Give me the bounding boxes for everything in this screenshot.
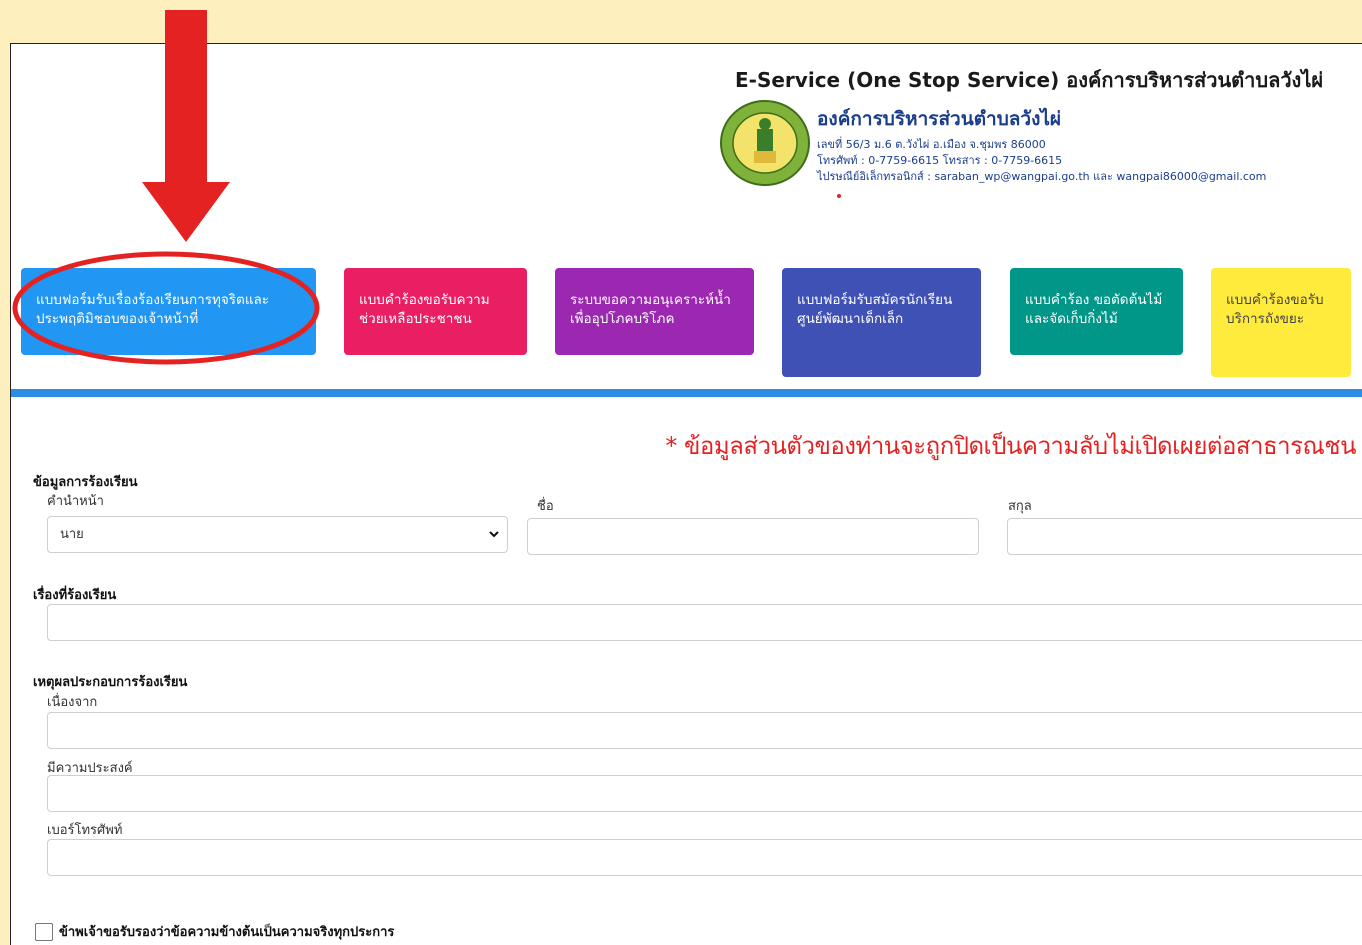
service-water-request-button[interactable]: ระบบขอความอนุเคราะห์น้ำเพื่ออุปโภคบริโภค — [555, 268, 754, 355]
red-arrow-down-icon — [142, 10, 230, 242]
decorative-dot — [837, 194, 841, 198]
highlight-ellipse — [12, 251, 320, 365]
service-childcare-enrollment-button[interactable]: แบบฟอร์มรับสมัครนักเรียนศูนย์พัฒนาเด็กเล… — [782, 268, 981, 377]
because-input[interactable] — [47, 712, 1362, 749]
certify-label: ข้าพเจ้าขอรับรองว่าข้อความข้างต้นเป็นควา… — [59, 925, 395, 940]
phone-label: เบอร์โทรศัพท์ — [47, 823, 123, 838]
prefix-value: นาย — [60, 527, 84, 542]
chevron-down-icon — [489, 531, 499, 538]
complainant-section-title: ข้อมูลการร้องเรียน — [33, 475, 138, 490]
prefix-select[interactable]: นาย — [47, 516, 508, 553]
phone-input[interactable] — [47, 839, 1362, 876]
org-name: องค์การบริหารส่วนตำบลวังไผ่ — [817, 108, 1062, 130]
purpose-input[interactable] — [47, 775, 1362, 812]
prefix-label: คำนำหน้า — [47, 494, 104, 509]
firstname-input[interactable] — [527, 518, 979, 555]
site-title: E-Service (One Stop Service) องค์การบริห… — [735, 68, 1324, 92]
certify-checkbox[interactable] — [35, 922, 53, 941]
subject-input[interactable] — [47, 604, 1362, 641]
lastname-input[interactable] — [1007, 518, 1362, 555]
service-trash-bin-button[interactable]: แบบคำร้องขอรับบริการถังขยะ — [1211, 268, 1351, 377]
subject-section-title: เรื่องที่ร้องเรียน — [33, 588, 117, 603]
reason-section-title: เหตุผลประกอบการร้องเรียน — [33, 675, 188, 690]
certify-row: ข้าพเจ้าขอรับรองว่าข้อความข้างต้นเป็นควา… — [35, 921, 394, 942]
seal-logo-icon — [720, 100, 810, 186]
lastname-label: สกุล — [1008, 499, 1032, 514]
privacy-notice: * ข้อมูลส่วนตัวของท่านจะถูกปิดเป็นความลั… — [665, 432, 1356, 460]
org-email: ไปรษณีย์อิเล็กทรอนิกส์ : saraban_wp@wang… — [817, 170, 1267, 183]
because-label: เนื่องจาก — [47, 695, 98, 710]
blue-divider — [11, 389, 1362, 397]
service-tree-trimming-button[interactable]: แบบคำร้อง ขอตัดต้นไม้และจัดเก็บกิ่งไม้ — [1010, 268, 1183, 355]
service-public-assistance-button[interactable]: แบบคำร้องขอรับความช่วยเหลือประชาชน — [344, 268, 527, 355]
firstname-label: ชื่อ — [537, 499, 554, 514]
